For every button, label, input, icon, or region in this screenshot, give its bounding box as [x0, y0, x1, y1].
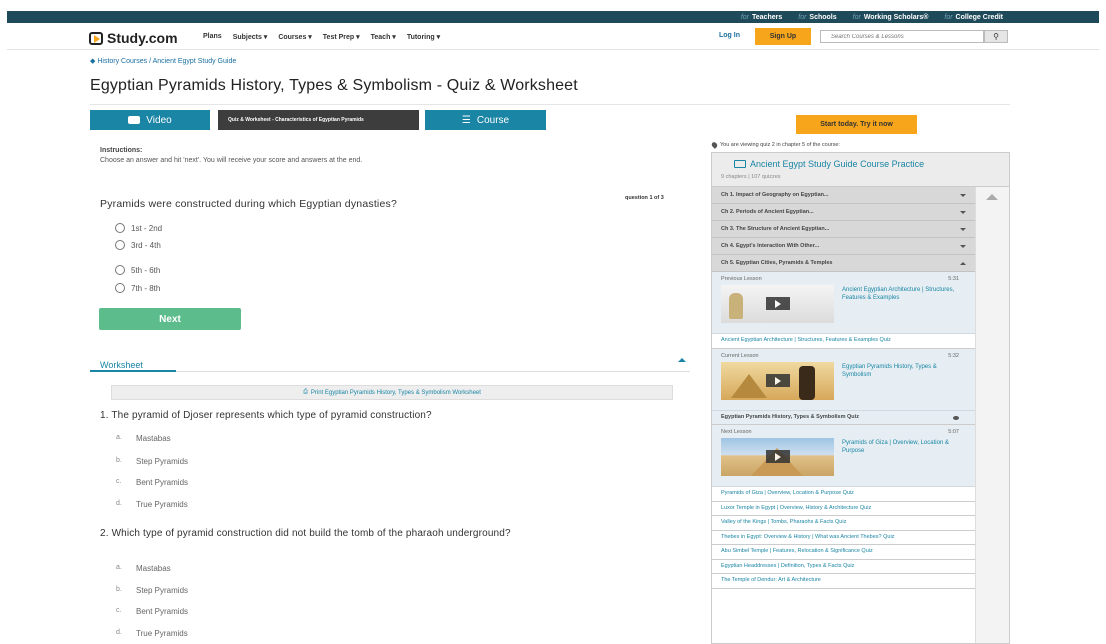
print-icon: ⎙	[303, 389, 308, 395]
lesson-thumbnail[interactable]	[721, 361, 834, 400]
tab-quiz-worksheet[interactable]: Quiz & Worksheet - Characteristics of Eg…	[218, 110, 419, 130]
study-logo[interactable]: Study.com	[89, 30, 178, 46]
worksheet-option: b. Step Pyramids	[116, 586, 189, 595]
menu-subjects[interactable]: Subjects ▾	[233, 33, 268, 41]
worksheet-question-1: 1. The pyramid of Djoser represents whic…	[100, 410, 432, 421]
worksheet-question-2: 2. Which type of pyramid construction di…	[100, 528, 511, 539]
lesson-thumbnail[interactable]	[721, 438, 834, 476]
video-icon	[128, 116, 141, 124]
login-link[interactable]: Log In	[719, 32, 740, 39]
main-menu: Plans Subjects ▾ Courses ▾ Test Prep ▾ T…	[203, 33, 440, 41]
active-tab-indicator	[90, 370, 176, 372]
chapter-4[interactable]: Ch 4. Egypt's Interaction With Other...	[712, 238, 975, 255]
worksheet-option: a. Mastabas	[116, 434, 171, 443]
chevron-down-icon	[960, 228, 966, 231]
quiz-question: Pyramids were constructed during which E…	[100, 198, 397, 210]
previous-lesson[interactable]: Previous Lesson 5:31 Ancient Egyptian Ar…	[712, 272, 975, 334]
chapter-3[interactable]: Ch 3. The Structure of Ancient Egyptian.…	[712, 221, 975, 238]
quiz-option[interactable]: 5th - 6th	[115, 265, 160, 275]
quiz-link[interactable]: Pyramids of Giza | Overview, Location & …	[712, 487, 975, 502]
collapse-icon[interactable]	[678, 358, 686, 362]
start-today-button[interactable]: Start today. Try it now	[796, 115, 917, 134]
character-graphic	[729, 293, 743, 319]
quiz-link[interactable]: Valley of the Kings | Tombs, Pharaohs & …	[712, 516, 975, 531]
play-logo-icon	[89, 31, 103, 45]
tab-course[interactable]: ☰ Course	[425, 110, 546, 130]
worksheet-option: b. Step Pyramids	[116, 457, 189, 466]
course-header: Ancient Egypt Study Guide Course Practic…	[712, 153, 1009, 187]
menu-plans[interactable]: Plans	[203, 33, 222, 41]
menu-courses[interactable]: Courses ▾	[278, 33, 311, 41]
tab-video[interactable]: Video	[90, 110, 210, 130]
play-icon[interactable]	[766, 373, 790, 387]
play-icon[interactable]	[766, 450, 790, 463]
page-title: Egyptian Pyramids History, Types & Symbo…	[90, 77, 578, 94]
play-icon[interactable]	[766, 297, 790, 310]
chevron-up-icon	[960, 262, 966, 265]
quiz-option[interactable]: 7th - 8th	[115, 283, 160, 293]
teachers-link[interactable]: for Teachers	[741, 14, 782, 21]
breadcrumb[interactable]: ◆ History Courses / Ancient Egypt Study …	[90, 57, 236, 65]
current-lesson[interactable]: Current Lesson 5:32 Egyptian Pyramids Hi…	[712, 348, 975, 411]
divider	[90, 104, 1010, 105]
worksheet-option: c. Bent Pyramids	[116, 478, 189, 487]
quiz-option[interactable]: 1st - 2nd	[115, 223, 162, 233]
quiz-link[interactable]: Luxor Temple in Egypt | Overview, Histor…	[712, 501, 975, 516]
course-panel: Ancient Egypt Study Guide Course Practic…	[711, 152, 1010, 644]
chapter-1[interactable]: Ch 1. Impact of Geography on Egyptian...	[712, 187, 975, 204]
radio-icon[interactable]	[115, 265, 125, 275]
radio-icon[interactable]	[115, 223, 125, 233]
worksheet-option: c. Bent Pyramids	[116, 607, 189, 616]
scroll-up-icon[interactable]	[986, 194, 998, 200]
instructions: Instructions: Choose an answer and hit 'n…	[100, 147, 363, 164]
course-meta: 9 chapters | 107 quizzes	[721, 174, 781, 180]
chevron-down-icon	[960, 194, 966, 197]
radio-icon[interactable]	[115, 240, 125, 250]
pharaoh-graphic	[799, 365, 815, 400]
course-title[interactable]: Ancient Egypt Study Guide Course Practic…	[734, 159, 924, 169]
search-icon: ⚲	[993, 32, 999, 41]
quiz-option[interactable]: 3rd - 4th	[115, 240, 161, 250]
question-counter: question 1 of 3	[625, 195, 664, 201]
signup-button[interactable]: Sign Up	[755, 28, 811, 45]
search-button[interactable]: ⚲	[984, 30, 1008, 43]
search-input[interactable]	[820, 30, 984, 43]
main-nav: Study.com Plans Subjects ▾ Courses ▾ Tes…	[7, 24, 1099, 50]
next-button[interactable]: Next	[99, 308, 241, 330]
course-icon	[734, 160, 746, 168]
quiz-link[interactable]: Egyptian Headdresses | Definition, Types…	[712, 559, 975, 574]
list-icon: ☰	[461, 114, 471, 126]
top-utility-bar: for Teachers for Schools for Working Schola…	[7, 11, 1099, 23]
schools-link[interactable]: for Schools	[798, 14, 836, 21]
worksheet-option: d. True Pyramids	[116, 500, 188, 509]
next-lesson[interactable]: Next Lesson 5:07 Pyramids of Giza | Over…	[712, 425, 975, 487]
menu-tutoring[interactable]: Tutoring ▾	[407, 33, 440, 41]
location-pin-icon	[710, 141, 719, 149]
chevron-down-icon	[960, 211, 966, 214]
chapter-5[interactable]: Ch 5. Egyptian Cities, Pyramids & Temple…	[712, 255, 975, 272]
tab-worksheet[interactable]: Worksheet	[100, 360, 143, 370]
worksheet-option: d. True Pyramids	[116, 629, 188, 638]
quiz-link[interactable]: Thebes in Egypt: Overview & History | Wh…	[712, 530, 975, 545]
chapter-list: Ch 1. Impact of Geography on Egyptian...…	[712, 187, 975, 643]
scrollbar[interactable]	[975, 187, 1009, 643]
viewing-info: You are viewing quiz 2 in chapter 5 of t…	[710, 141, 840, 149]
eye-icon	[953, 415, 959, 420]
current-quiz-link[interactable]: Egyptian Pyramids History, Types & Symbo…	[712, 410, 975, 425]
menu-test-prep[interactable]: Test Prep ▾	[323, 33, 360, 41]
college-credit-link[interactable]: for College Credit	[944, 14, 1003, 21]
quiz-link[interactable]: Abu Simbel Temple | Features, Relocation…	[712, 545, 975, 560]
print-worksheet-button[interactable]: ⎙ Print Egyptian Pyramids History, Types …	[111, 385, 673, 400]
worksheet-tab-bar	[90, 357, 690, 372]
radio-icon[interactable]	[115, 283, 125, 293]
menu-teach[interactable]: Teach ▾	[371, 33, 396, 41]
quiz-link[interactable]: Ancient Egyptian Architecture | Structur…	[712, 334, 975, 349]
working-scholars-link[interactable]: for Working Scholars®	[853, 14, 929, 21]
worksheet-option: a. Mastabas	[116, 564, 171, 573]
lesson-thumbnail[interactable]	[721, 285, 834, 323]
quiz-link[interactable]: The Temple of Dendur: Art & Architecture	[712, 574, 975, 589]
chapter-2[interactable]: Ch 2. Periods of Ancient Egyptian...	[712, 204, 975, 221]
chevron-down-icon	[960, 245, 966, 248]
pyramid-graphic	[731, 373, 767, 398]
